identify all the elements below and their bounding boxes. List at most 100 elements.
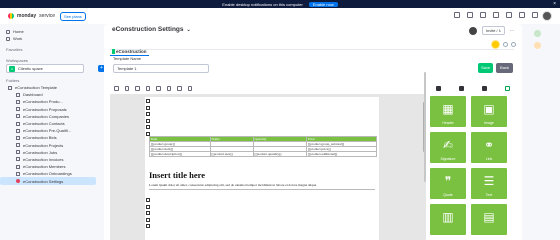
inbox-icon[interactable] xyxy=(467,12,473,18)
sidebar-board-item[interactable]: eConstruction Template xyxy=(6,84,104,91)
page-title[interactable]: eConstruction Settings ⌄ xyxy=(112,26,191,33)
sidebar-board-item[interactable]: eConstruction Proposals xyxy=(6,106,104,113)
enable-now-button[interactable]: Enable now xyxy=(308,1,338,7)
table-cell[interactable]: [[product.size]] xyxy=(209,151,254,157)
sidebar-board-item[interactable]: Dashboard xyxy=(6,91,104,98)
board-icon xyxy=(16,179,20,184)
arrow-up-icon[interactable] xyxy=(146,204,150,209)
sidebar-board-item[interactable]: eConstruction Invoices xyxy=(6,156,104,163)
sidebar-board-label: eConstruction Onboardings xyxy=(23,171,72,177)
content-block[interactable]: ▥ xyxy=(430,204,466,235)
select-icon[interactable] xyxy=(114,86,119,91)
content-block[interactable]: ▦ Header xyxy=(430,96,466,127)
sidebar-board-item[interactable]: eConstruction Projects xyxy=(6,142,104,149)
more-icon[interactable]: ⋯ xyxy=(510,28,514,33)
board-icon xyxy=(16,143,20,148)
layer-manager-icon[interactable] xyxy=(482,86,487,91)
workspace-selector[interactable]: C Clientic space xyxy=(6,64,84,73)
content-block[interactable]: ✍ Signature xyxy=(430,132,466,163)
image-block-icon: ▣ xyxy=(483,102,495,116)
settings-icon[interactable] xyxy=(146,131,150,136)
blocks-icon[interactable] xyxy=(505,86,510,91)
invite-button[interactable]: Invite / 1 xyxy=(481,26,505,35)
settings-icon[interactable] xyxy=(146,224,150,228)
sidebar-board-item[interactable]: eConstruction Contacts xyxy=(6,120,104,127)
bell-icon[interactable] xyxy=(454,12,460,18)
sidebar-board-item[interactable]: eConstruction Bids xyxy=(6,134,104,141)
sidebar-board-item[interactable]: eConstruction Onboardings xyxy=(6,170,104,177)
invite-members-icon[interactable] xyxy=(480,12,486,18)
delete-icon[interactable] xyxy=(146,217,150,222)
table-cell[interactable]: [[product.quantity]] xyxy=(252,151,307,157)
app-icon[interactable] xyxy=(534,30,541,37)
content-block[interactable]: ☰ Text xyxy=(471,168,507,199)
sidebar-board-item[interactable]: eConstruction Companies xyxy=(6,113,104,120)
sidebar-board-label: eConstruction Members xyxy=(23,164,66,170)
sidebar-item-my-work[interactable]: Work xyxy=(6,35,104,42)
delete-icon[interactable] xyxy=(187,86,192,91)
move-icon[interactable] xyxy=(146,99,150,103)
code-icon[interactable] xyxy=(145,86,150,91)
emoji-icon[interactable] xyxy=(491,40,500,49)
document-page[interactable]: Item Name Quantity Price [[product.group… xyxy=(145,97,379,240)
blocks-scrollbar[interactable] xyxy=(424,72,426,182)
folders-section: Folders xyxy=(6,77,20,83)
content-block[interactable]: ⚭ Link xyxy=(471,132,507,163)
header-block-icon: ▦ xyxy=(442,102,454,116)
content-block[interactable]: ❞ Quote xyxy=(430,168,466,199)
sidebar-board-label: eConstruction Produ... xyxy=(23,99,63,105)
redo-icon[interactable] xyxy=(166,86,171,91)
undo-icon[interactable] xyxy=(156,86,161,91)
sidebar-board-item[interactable]: eConstruction Settings xyxy=(0,177,96,185)
template-name-label: Template Name xyxy=(113,56,142,61)
table-cell[interactable]: [[product.additional]] xyxy=(305,151,378,157)
desktop-view-icon[interactable] xyxy=(124,86,129,91)
content-block[interactable]: ▤ xyxy=(471,204,507,235)
share-icon[interactable] xyxy=(511,42,516,47)
preview-icon[interactable] xyxy=(135,86,140,91)
chevron-down-icon[interactable]: ⌄ xyxy=(187,27,191,33)
sidebar-board-item[interactable]: eConstruction Pre-Qualifi... xyxy=(6,127,104,134)
table-row[interactable]: [[product.description]] [[product.size]]… xyxy=(149,151,378,157)
close-icon[interactable]: × xyxy=(553,1,556,7)
avatar[interactable] xyxy=(468,26,477,35)
grid-icon[interactable] xyxy=(532,12,538,18)
board-icon xyxy=(16,99,20,104)
sidebar: Home Work Favorites Workspaces C Clienti… xyxy=(0,24,105,240)
copy-icon[interactable] xyxy=(146,211,150,215)
board-header-actions: Invite / 1 ⋯ xyxy=(468,26,514,35)
apps-icon[interactable] xyxy=(493,12,499,18)
table-cell[interactable]: [[product.description]] xyxy=(149,151,211,157)
editor-canvas[interactable]: Item Name Quantity Price [[product.group… xyxy=(110,94,426,240)
sidebar-board-item[interactable]: eConstruction Produ... xyxy=(6,98,104,105)
import-icon[interactable] xyxy=(177,86,182,91)
sidebar-board-label: eConstruction Proposals xyxy=(23,106,67,112)
brand-product: service xyxy=(39,13,56,19)
move-icon[interactable] xyxy=(146,198,150,202)
favorites-section[interactable]: Favorites xyxy=(6,45,104,53)
app-icon[interactable] xyxy=(534,42,541,49)
back-button[interactable]: Back xyxy=(496,63,513,73)
sidebar-item-home[interactable]: Home xyxy=(6,28,104,35)
user-avatar[interactable] xyxy=(542,11,552,21)
content-block[interactable]: ▣ Image xyxy=(471,96,507,127)
delete-icon[interactable] xyxy=(146,125,150,129)
settings-icon[interactable] xyxy=(459,86,464,91)
help-icon[interactable] xyxy=(519,12,525,18)
template-name-input[interactable]: Template 1 xyxy=(113,64,209,73)
see-plans-button[interactable]: See plans xyxy=(60,11,86,21)
settings-icon[interactable] xyxy=(503,42,508,47)
sidebar-board-item[interactable]: eConstruction Members xyxy=(6,163,104,170)
search-icon[interactable] xyxy=(506,12,512,18)
drag-icon[interactable] xyxy=(146,112,150,116)
save-button[interactable]: Save xyxy=(478,63,493,73)
document-body-text[interactable]: Lorem ipsum dolor sit amet, consectetur … xyxy=(149,183,316,187)
page-title-text: eConstruction Settings xyxy=(112,26,184,33)
sidebar-board-item[interactable]: eConstruction Jobs xyxy=(6,149,104,156)
copy-icon[interactable] xyxy=(146,118,150,123)
style-manager-icon[interactable] xyxy=(436,86,441,91)
document-heading[interactable]: Insert title here xyxy=(149,170,205,180)
arrow-up-icon[interactable] xyxy=(146,105,150,110)
sidebar-board-label: eConstruction Settings xyxy=(23,178,64,184)
product-table[interactable]: Item Name Quantity Price [[product.group… xyxy=(149,136,378,157)
